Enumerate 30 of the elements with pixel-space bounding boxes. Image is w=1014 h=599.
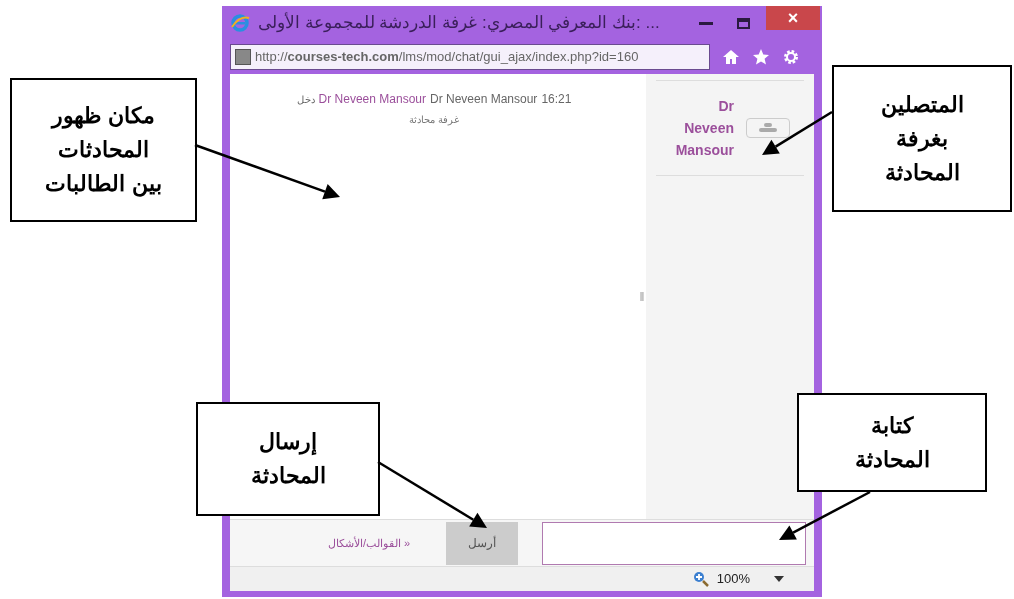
message-text: غرفة محادثة xyxy=(409,113,459,127)
message-action: دخل xyxy=(296,93,315,107)
page-icon xyxy=(235,49,251,65)
home-icon[interactable] xyxy=(722,49,740,65)
zoom-icon[interactable] xyxy=(692,571,709,587)
templates-link[interactable]: القوالب/الأشكال » xyxy=(328,534,411,552)
browser-logo-icon xyxy=(230,13,250,33)
close-button[interactable]: × xyxy=(766,6,820,30)
caret-icon[interactable] xyxy=(774,576,784,582)
message-time: 16:21 xyxy=(541,91,572,108)
maximize-icon[interactable] xyxy=(737,17,750,29)
callout-box: مكان ظهور المحادثات بين الطالبات xyxy=(10,78,197,222)
pointer-arrow xyxy=(762,110,833,155)
settings-icon[interactable] xyxy=(782,48,800,66)
callout-box: إرسال المحادثة xyxy=(196,402,380,516)
callout-box: كتابة المحادثة xyxy=(797,393,987,492)
star-icon[interactable] xyxy=(752,48,770,66)
address-field[interactable]: http://courses-tech.com/lms/mod/chat/gui_ajax/index.php?id=160 xyxy=(230,44,710,70)
user-avatar-icon xyxy=(746,118,790,138)
user-link[interactable]: Dr Neveen Mansour xyxy=(318,90,426,108)
url-text: http://courses-tech.com/lms/mod/chat/gui_ajax/index.php?id=160 xyxy=(255,48,639,67)
zoom-level[interactable]: 100% xyxy=(716,569,750,589)
splitter-handle[interactable]: ‖ xyxy=(639,287,645,306)
message-user: Dr Neveen Mansour xyxy=(430,91,538,108)
minimize-icon[interactable] xyxy=(699,21,713,25)
window-title: ... :بنك المعرفي المصري: غرفة الدردشة للمجموعة الأولى xyxy=(258,11,661,35)
user-name[interactable]: Dr Neveen Mansour xyxy=(670,95,734,161)
send-button[interactable]: أرسل xyxy=(446,521,519,565)
message-input[interactable] xyxy=(542,521,806,565)
callout-box: المتصلين بغرفة المحادثة xyxy=(832,65,1012,212)
